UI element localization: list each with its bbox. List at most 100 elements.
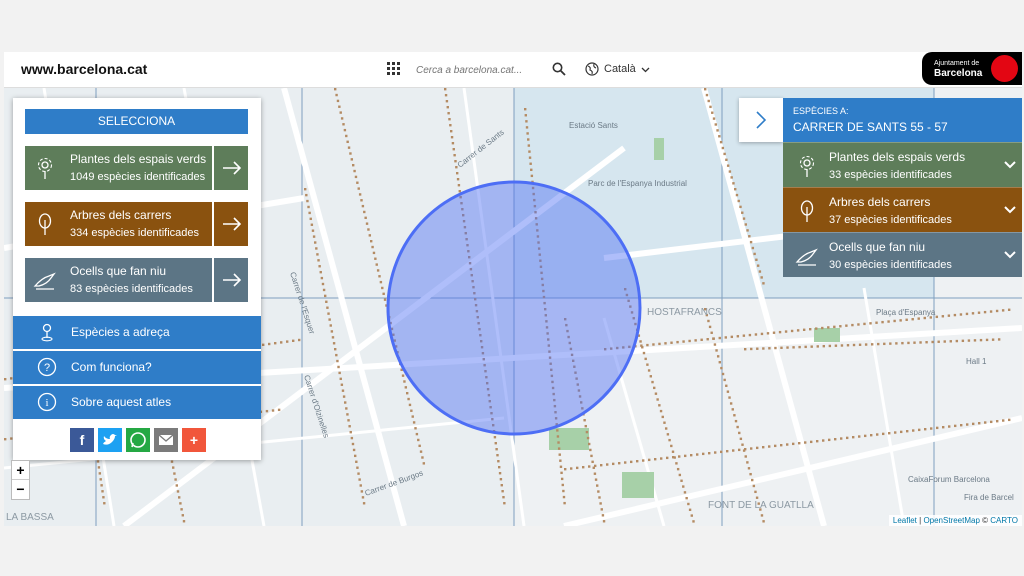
tree-dot [658,342,661,346]
tree-dot [372,251,376,255]
chevron-down-icon [1004,251,1016,259]
plus-share-icon[interactable]: + [182,428,206,452]
tree-dot [99,478,102,481]
tree-dot [723,378,726,382]
osm-link[interactable]: OpenStreetMap [923,516,979,525]
language-selector[interactable]: Català [585,62,650,76]
tree-dot [642,351,646,355]
category-plants-button[interactable]: Plantes dels espais verds 1049 espècies … [25,146,248,190]
tree-dot [989,310,993,313]
tree-dot [358,193,362,196]
tree-dot [314,241,317,244]
tree-dot [672,456,675,459]
tree-dot [311,229,315,232]
apps-grid-icon[interactable] [387,62,401,76]
tree-icon [800,200,814,222]
tree-dot [858,435,861,438]
tree-dot [525,120,528,123]
tree-dot [870,343,874,346]
twitter-icon[interactable] [98,428,122,452]
arrow-right-icon[interactable] [212,202,248,246]
tree-dot [704,88,707,91]
arrow-right-icon[interactable] [212,258,248,302]
zoom-in-button[interactable]: + [12,461,29,480]
tree-dot [529,162,532,165]
tree-dot [590,454,593,458]
tree-dot [444,94,448,97]
menu-how-it-works[interactable]: ? Com funciona? [13,351,261,384]
tree-dot [525,126,529,129]
site-url-link[interactable]: www.barcelona.cat [21,61,147,77]
tree-dot [894,431,897,434]
tree-dot [383,298,387,301]
leaflet-link[interactable]: Leaflet [893,516,917,525]
ajuntament-logo[interactable]: Ajuntament de Barcelona [922,52,1022,85]
search-icon[interactable] [552,62,566,76]
tree-dot [352,164,355,167]
zoom-control: + − [11,460,30,500]
tree-dot [599,502,602,505]
tree-dot [497,460,500,463]
tree-dot [726,164,730,167]
menu-species-by-address[interactable]: Espècies a adreça [13,316,261,349]
address-category-trees[interactable]: Arbres dels carrers 37 espècies identifi… [783,187,1022,232]
tree-dot [354,175,358,179]
tree-dot [846,436,849,440]
tree-dot [280,341,283,344]
tree-dot [961,339,965,343]
email-icon[interactable] [154,428,178,452]
tree-dot [670,444,673,448]
tree-dot [347,146,351,149]
tree-dot [754,333,758,336]
tree-dot [780,346,783,350]
category-trees-button[interactable]: Arbres dels carrers 334 espècies identif… [25,202,248,246]
tree-dot [899,319,902,322]
question-icon: ? [37,357,57,377]
tree-dot [774,444,777,448]
tree-dot [176,490,180,493]
tree-dot [786,346,789,349]
tree-dot [906,430,909,433]
logo-line-2: Barcelona [934,68,983,79]
menu-about-atlas[interactable]: i Sobre aquest atles [13,386,261,419]
facebook-icon[interactable]: f [70,428,94,452]
tree-dot [403,380,406,383]
tree-dot [309,217,312,221]
whatsapp-icon[interactable] [126,428,150,452]
tree-dot [268,342,271,346]
tree-dot [331,336,335,339]
tree-dot [496,454,499,457]
tree-dot [591,460,594,464]
category-birds-button[interactable]: Ocells que fan niu 83 espècies identific… [25,258,248,302]
tree-dot [688,508,692,511]
tree-dot [371,245,374,249]
tree-dot [864,434,867,438]
tree-dot [748,235,751,238]
tree-dot [449,124,452,127]
tree-dot [178,496,181,499]
search-input[interactable] [416,60,540,81]
arrow-right-icon[interactable] [212,146,248,190]
tree-dot [792,346,795,349]
tree-dot [1002,419,1005,422]
tree-dot [404,386,408,389]
tree-dot [738,431,741,435]
carto-link[interactable]: CARTO [990,516,1018,525]
chevron-down-icon [641,67,650,72]
tree-dot [1008,418,1011,422]
tree-dot [322,288,326,292]
tree-dot [778,330,782,334]
zoom-out-button[interactable]: − [12,480,29,499]
tree-dot [457,184,461,187]
tree-dot [346,413,349,416]
tree-dot [721,146,725,150]
tree-dot [356,181,359,184]
tree-dot [700,338,703,341]
tree-dot [949,340,952,343]
address-category-birds[interactable]: Ocells que fan niu 30 espècies identific… [783,232,1022,277]
panel-toggle-button[interactable] [739,98,783,142]
address-category-plants[interactable]: Plantes dels espais verds 33 espècies id… [783,142,1022,187]
tree-dot [560,477,564,481]
tree-dot [640,344,643,347]
tree-dot [798,345,801,349]
